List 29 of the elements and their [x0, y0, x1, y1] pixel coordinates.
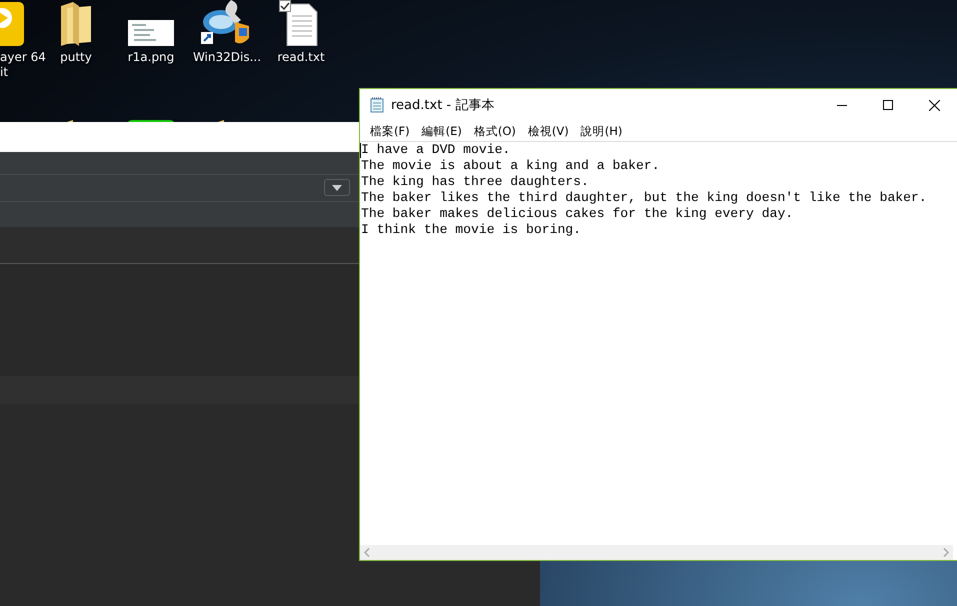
icon-label[interactable]: ayer 64 it	[0, 50, 46, 80]
menu-item[interactable]: 編輯(E)	[416, 124, 468, 138]
text-line: I think the movie is boring.	[361, 222, 582, 238]
menu-item[interactable]: 檢視(V)	[522, 124, 575, 138]
icon-label[interactable]: r1a.png	[128, 50, 174, 65]
window-title: read.txt - 記事本	[391, 97, 496, 114]
text-cursor	[360, 143, 361, 158]
checkbox[interactable]	[279, 0, 291, 12]
scroll-right-icon[interactable]	[943, 548, 949, 557]
text-line: The baker likes the third daughter, but the king doesn't like the baker.	[361, 190, 927, 206]
close-icon	[928, 100, 940, 110]
horizontal-scrollbar[interactable]	[360, 545, 953, 560]
image-thumbnail-icon	[128, 20, 174, 46]
menu-item[interactable]: 說明(H)	[574, 124, 628, 138]
caret-icon	[332, 184, 342, 190]
icon-label[interactable]: Win32Dis...	[192, 50, 262, 65]
text-line: The king has three daughters.	[361, 174, 589, 190]
text-line: The movie is about a king and a baker.	[361, 158, 660, 174]
text-line: I have a DVD movie.	[361, 142, 510, 158]
notepad-icon	[370, 97, 384, 113]
icon-label[interactable]: read.txt	[277, 50, 325, 65]
scroll-left-icon[interactable]	[364, 548, 370, 557]
folder-icon	[59, 2, 93, 46]
icon-label[interactable]: putty	[60, 50, 92, 65]
menu-item[interactable]: 格式(O)	[468, 124, 522, 138]
menu-item[interactable]: 檔案(F)	[364, 124, 416, 138]
dropdown-button[interactable]	[324, 179, 350, 196]
text-line: The baker makes delicious cakes for the king every day.	[361, 206, 794, 222]
maximize-icon	[883, 100, 893, 110]
